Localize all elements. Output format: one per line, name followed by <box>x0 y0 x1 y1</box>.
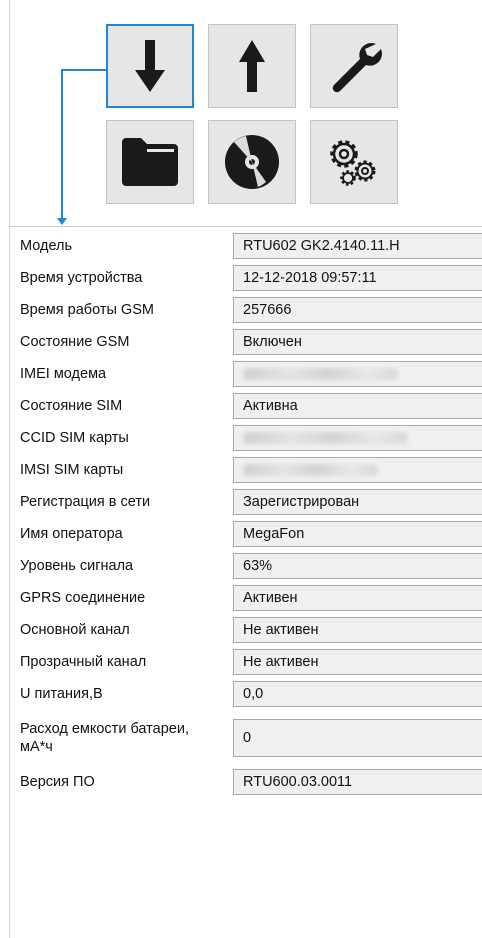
firmware-version-field[interactable]: RTU600.03.0011 <box>233 769 482 795</box>
supply-voltage-field[interactable]: 0,0 <box>233 681 482 707</box>
disc-icon <box>225 135 279 189</box>
network-registration-field[interactable]: Зарегистрирован <box>233 489 482 515</box>
field-value: Не активен <box>243 654 319 670</box>
row-ccid: CCID SIM карты <box>20 422 482 454</box>
signal-level-field[interactable]: 63% <box>233 553 482 579</box>
folder-icon <box>122 138 178 186</box>
row-label: Основной канал <box>20 622 130 638</box>
device-time-field[interactable]: 12-12-2018 09:57:11 <box>233 265 482 291</box>
row-label: Состояние SIM <box>20 398 123 414</box>
row-label: IMSI SIM карты <box>20 462 124 478</box>
upload-button[interactable] <box>208 24 296 108</box>
row-label: U питания,В <box>20 686 103 702</box>
row-signal-level: Уровень сигнала 63% <box>20 550 482 582</box>
field-value: Не активен <box>243 622 319 638</box>
row-imsi: IMSI SIM карты <box>20 454 482 486</box>
row-transparent-channel: Прозрачный канал Не активен <box>20 646 482 678</box>
field-value: RTU602 GK2.4140.11.H <box>243 238 400 254</box>
field-value: 12-12-2018 09:57:11 <box>243 270 377 286</box>
gprs-field[interactable]: Активен <box>233 585 482 611</box>
connector-arrow-icon <box>57 218 67 225</box>
row-supply-voltage: U питания,В 0,0 <box>20 678 482 710</box>
gsm-state-field[interactable]: Включен <box>233 329 482 355</box>
transparent-channel-field[interactable]: Не активен <box>233 649 482 675</box>
redacted-value <box>243 464 378 476</box>
wrench-icon <box>332 43 382 93</box>
row-label: Время устройства <box>20 270 143 286</box>
gears-icon <box>330 140 376 186</box>
row-label: GPRS соединение <box>20 590 146 606</box>
imei-field[interactable] <box>233 361 482 387</box>
row-device-time: Время устройства 12-12-2018 09:57:11 <box>20 262 482 294</box>
field-value: Активна <box>243 398 298 414</box>
download-button[interactable] <box>106 24 194 108</box>
row-gsm-state: Состояние GSM Включен <box>20 326 482 358</box>
field-value: Включен <box>243 334 302 350</box>
row-imei: IMEI модема <box>20 358 482 390</box>
gsm-uptime-field[interactable]: 257666 <box>233 297 482 323</box>
row-label: Версия ПО <box>20 774 95 790</box>
field-value: MegaFon <box>243 526 305 542</box>
field-value: RTU600.03.0011 <box>243 774 353 790</box>
row-label: Время работы GSM <box>20 302 154 318</box>
main-channel-field[interactable]: Не активен <box>233 617 482 643</box>
row-model: Модель RTU602 GK2.4140.11.H <box>20 230 482 262</box>
redacted-value <box>243 432 408 444</box>
row-label: Прозрачный канал <box>20 654 147 670</box>
row-label: CCID SIM карты <box>20 430 129 446</box>
sim-state-field[interactable]: Активна <box>233 393 482 419</box>
operator-field[interactable]: MegaFon <box>233 521 482 547</box>
field-value: 0,0 <box>243 686 264 702</box>
row-label: Имя оператора <box>20 526 123 542</box>
row-label: Уровень сигнала <box>20 558 134 574</box>
configuration-button[interactable] <box>310 120 398 204</box>
open-folder-button[interactable] <box>106 120 194 204</box>
connector-line-vertical <box>61 69 63 219</box>
imsi-field[interactable] <box>233 457 482 483</box>
row-main-channel: Основной канал Не активен <box>20 614 482 646</box>
row-sim-state: Состояние SIM Активна <box>20 390 482 422</box>
field-value: Активен <box>243 590 298 606</box>
row-gsm-uptime: Время работы GSM 257666 <box>20 294 482 326</box>
redacted-value <box>243 368 398 380</box>
row-label: Модель <box>20 238 73 254</box>
field-value: 0 <box>243 730 252 746</box>
row-label: Состояние GSM <box>20 334 130 350</box>
toolbar <box>106 24 398 204</box>
model-field[interactable]: RTU602 GK2.4140.11.H <box>233 233 482 259</box>
save-disc-button[interactable] <box>208 120 296 204</box>
upload-icon <box>239 40 265 92</box>
settings-button[interactable] <box>310 24 398 108</box>
download-icon <box>135 40 165 92</box>
battery-consumption-field[interactable]: 0 <box>233 719 482 757</box>
row-label: Расход емкости батареи, мА*ч <box>20 721 189 755</box>
device-info-table: Модель RTU602 GK2.4140.11.H Время устрой… <box>20 230 482 798</box>
ccid-field[interactable] <box>233 425 482 451</box>
divider <box>9 226 482 227</box>
row-network-registration: Регистрация в сети Зарегистрирован <box>20 486 482 518</box>
field-value: 257666 <box>243 302 292 318</box>
row-gprs: GPRS соединение Активен <box>20 582 482 614</box>
row-battery-consumption: Расход емкости батареи, мА*ч 0 <box>20 710 482 766</box>
row-firmware-version: Версия ПО RTU600.03.0011 <box>20 766 482 798</box>
row-operator: Имя оператора MegaFon <box>20 518 482 550</box>
row-label: Регистрация в сети <box>20 494 151 510</box>
field-value: Зарегистрирован <box>243 494 360 510</box>
row-label: IMEI модема <box>20 366 107 382</box>
field-value: 63% <box>243 558 273 574</box>
connector-line <box>62 69 106 71</box>
